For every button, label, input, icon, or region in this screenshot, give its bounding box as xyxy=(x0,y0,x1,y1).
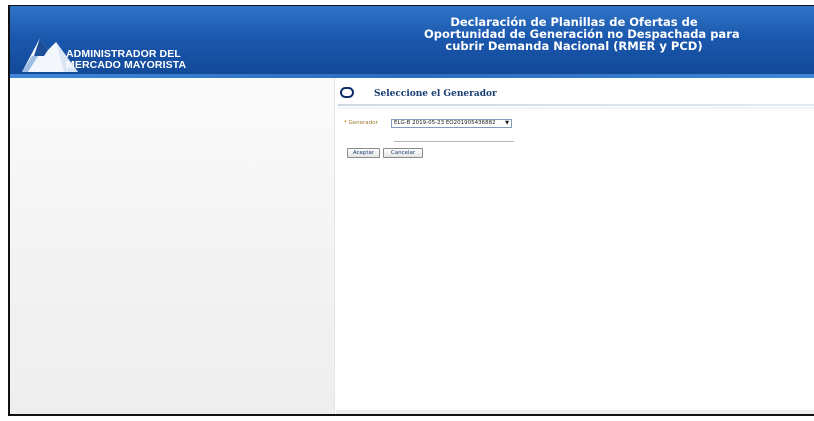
main-content: Seleccione el Generador * Generador ELG-… xyxy=(336,78,814,416)
form-divider xyxy=(394,141,514,142)
page-title: Declaración de Planillas de Ofertas de O… xyxy=(424,16,740,53)
generator-select-value: ELG-B 2019-05-23 EO201905436882 xyxy=(394,120,496,126)
page-title-line-3: cubrir Demanda Nacional (RMER y PCD) xyxy=(445,39,703,53)
generator-label-text: Generador xyxy=(348,120,378,126)
generator-label: * Generador xyxy=(344,120,378,126)
cancel-button[interactable]: Cancelar xyxy=(383,148,423,158)
window-border-bottom xyxy=(8,414,814,416)
dropdown-arrow-icon: ▼ xyxy=(505,120,509,126)
generator-select[interactable]: ELG-B 2019-05-23 EO201905436882 ▼ xyxy=(391,119,512,128)
logo-text: ADMINISTRADOR DEL MERCADO MAYORISTA xyxy=(66,49,186,71)
logo-line-2: MERCADO MAYORISTA xyxy=(66,59,187,71)
sidebar-panel xyxy=(10,78,335,416)
required-mark: * xyxy=(344,120,347,126)
window-border-top xyxy=(8,5,814,6)
rounded-rect-icon xyxy=(340,87,354,98)
section-divider-shadow xyxy=(338,107,814,111)
app-window: ADMINISTRADOR DEL MERCADO MAYORISTA Decl… xyxy=(8,5,814,416)
window-border-left xyxy=(8,5,10,416)
accept-button[interactable]: Aceptar xyxy=(347,148,380,158)
section-title: Seleccione el Generador xyxy=(374,89,497,99)
header-banner: ADMINISTRADOR DEL MERCADO MAYORISTA Decl… xyxy=(10,6,814,78)
section-divider xyxy=(338,104,814,106)
